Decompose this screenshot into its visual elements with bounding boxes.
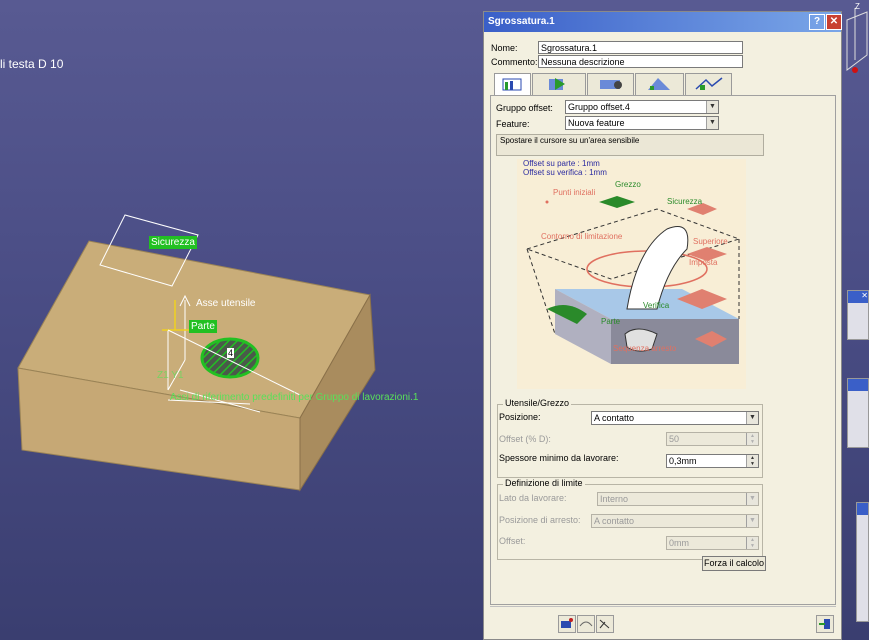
spessore-input[interactable]: 0,3mm ▲ ▼ bbox=[666, 454, 759, 468]
offset-pct-input[interactable]: 50 ▲ ▼ bbox=[666, 432, 759, 446]
imposta-hotspot[interactable]: Imposta bbox=[689, 258, 717, 267]
roughing-dialog: Sgrossatura.1 ? ✕ Nome: Sgrossatura.1 Co… bbox=[483, 11, 842, 640]
feeds-speeds-tab-icon bbox=[648, 78, 670, 90]
tab-geometry[interactable] bbox=[532, 73, 586, 95]
dialog-title: Sgrossatura.1 bbox=[488, 16, 555, 27]
simulate-icon[interactable] bbox=[577, 615, 595, 633]
spinner-icon[interactable]: ▲ ▼ bbox=[746, 537, 758, 549]
tool-tab-icon bbox=[600, 80, 622, 89]
posizione-arresto-value: A contatto bbox=[594, 516, 635, 526]
side-toolbar-2[interactable] bbox=[847, 378, 869, 448]
nome-label: Nome: bbox=[491, 43, 518, 53]
offset-parte-text: Offset su parte : 1mm bbox=[523, 159, 600, 168]
gruppo-offset-label: Gruppo offset: bbox=[496, 103, 553, 113]
gruppo-offset-value: Gruppo offset.4 bbox=[568, 102, 630, 112]
ghost-axis-label: Z1 Y1 bbox=[157, 370, 184, 381]
verifica-hotspot[interactable]: Verifica bbox=[643, 301, 669, 310]
commento-input[interactable]: Nessuna descrizione bbox=[538, 55, 743, 68]
feature-select[interactable]: Nuova feature ▼ bbox=[565, 116, 719, 130]
lato-select[interactable]: Interno ▼ bbox=[597, 492, 759, 506]
feature-label: Feature: bbox=[496, 119, 530, 129]
dialog-bottom-bar bbox=[490, 606, 836, 639]
side-toolbar-close-icon[interactable]: ✕ bbox=[848, 291, 868, 303]
lato-label: Lato da lavorare: bbox=[499, 493, 567, 503]
tab-feeds-speeds[interactable] bbox=[635, 73, 684, 95]
spessore-value: 0,3mm bbox=[669, 456, 697, 466]
posizione-select[interactable]: A contatto ▼ bbox=[591, 411, 759, 425]
3d-viewport[interactable] bbox=[0, 0, 483, 640]
default-axis-system-label[interactable]: Assi di riferimento predefiniti per Grup… bbox=[170, 392, 418, 403]
superiore-hotspot[interactable]: Superiore bbox=[693, 237, 728, 246]
offset-input[interactable]: 0mm ▲ ▼ bbox=[666, 536, 759, 550]
compass-icon[interactable] bbox=[845, 0, 869, 90]
spinner-icon[interactable]: ▲ ▼ bbox=[746, 455, 758, 467]
feature-value: Nuova feature bbox=[568, 118, 625, 128]
sequenza-hotspot[interactable]: Sequenza arresto bbox=[613, 344, 676, 353]
chevron-down-icon: ▼ bbox=[746, 412, 758, 424]
sensitive-diagram[interactable]: Offset su parte : 1mm Offset su verifica… bbox=[517, 159, 746, 389]
posizione-label: Posizione: bbox=[499, 412, 541, 422]
roughing-diagram-graphic bbox=[525, 196, 741, 364]
posizione-value: A contatto bbox=[594, 413, 635, 423]
spessore-label: Spessore minimo da lavorare: bbox=[499, 453, 619, 463]
sicurezza-hotspot[interactable]: Sicurezza bbox=[667, 197, 702, 206]
offset-value: 0mm bbox=[669, 538, 689, 548]
hatched-area bbox=[200, 337, 260, 379]
chevron-down-icon: ▼ bbox=[746, 515, 758, 527]
lato-value: Interno bbox=[600, 494, 629, 504]
tab-tool[interactable] bbox=[587, 73, 634, 95]
macro-tab-icon bbox=[695, 77, 723, 90]
parte-tag[interactable]: Parte bbox=[189, 320, 217, 333]
nome-input[interactable]: Sgrossatura.1 bbox=[538, 41, 743, 54]
offset-pct-value: 50 bbox=[669, 434, 680, 444]
forza-calcolo-button[interactable]: Forza il calcolo bbox=[702, 556, 766, 571]
compass-z-label: Z bbox=[855, 2, 860, 11]
parte-hotspot[interactable]: Parte bbox=[601, 317, 620, 326]
offset-verifica-text: Offset su verifica : 1mm bbox=[523, 168, 607, 177]
asse-utensile-label[interactable]: Asse utensile bbox=[196, 298, 255, 309]
offset-pct-label: Offset (% D): bbox=[499, 434, 551, 444]
strategy-tab-icon bbox=[502, 78, 522, 91]
chevron-down-icon: ▼ bbox=[746, 493, 758, 505]
close-button[interactable]: ✕ bbox=[826, 14, 842, 30]
display-icon[interactable] bbox=[596, 615, 614, 633]
limite-group-title: Definizione di limite bbox=[503, 478, 585, 488]
grezzo-hotspot[interactable]: Grezzo bbox=[615, 180, 641, 189]
posizione-arresto-label: Posizione di arresto: bbox=[499, 515, 581, 525]
tab-strategy[interactable] bbox=[494, 73, 531, 95]
replay-icon[interactable] bbox=[558, 615, 576, 633]
punti-iniziali-hotspot[interactable]: Punti iniziali bbox=[553, 188, 595, 197]
side-toolbar-3[interactable] bbox=[856, 502, 869, 622]
hatch-number-badge: 4 bbox=[227, 348, 235, 358]
help-button[interactable]: ? bbox=[809, 14, 825, 30]
side-toolbar-1[interactable]: ✕ bbox=[847, 290, 869, 340]
exit-icon[interactable] bbox=[816, 615, 834, 633]
gruppo-offset-select[interactable]: Gruppo offset.4 ▼ bbox=[565, 100, 719, 114]
contorno-hotspot[interactable]: Contorno di limitazione bbox=[541, 232, 622, 241]
strategy-panel: Gruppo offset: Gruppo offset.4 ▼ Feature:… bbox=[490, 95, 836, 605]
utensile-grezzo-title: Utensile/Grezzo bbox=[503, 398, 572, 408]
spinner-icon[interactable]: ▲ ▼ bbox=[746, 433, 758, 445]
geometry-tab-icon bbox=[549, 78, 565, 90]
sicurezza-tag[interactable]: Sicurezza bbox=[149, 236, 197, 249]
chevron-down-icon: ▼ bbox=[706, 101, 718, 113]
dialog-titlebar[interactable]: Sgrossatura.1 ? ✕ bbox=[484, 12, 842, 32]
commento-label: Commento: bbox=[491, 57, 538, 67]
chevron-down-icon: ▼ bbox=[706, 117, 718, 129]
posizione-arresto-select[interactable]: A contatto ▼ bbox=[591, 514, 759, 528]
hint-box: Spostare il cursore su un'area sensibile bbox=[496, 134, 764, 156]
tab-macro[interactable] bbox=[685, 73, 732, 95]
offset-label: Offset: bbox=[499, 536, 526, 546]
